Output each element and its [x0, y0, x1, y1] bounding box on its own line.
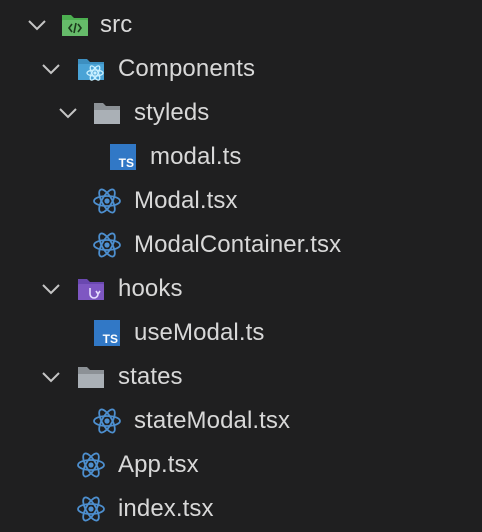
tree-item-modal-ts[interactable]: TS modal.ts [0, 135, 482, 179]
tree-item-label: hooks [118, 275, 183, 302]
tree-item-state-modal-tsx[interactable]: stateModal.tsx [0, 399, 482, 443]
file-explorer-tree: src Components styleds TS modal.ts Modal… [0, 0, 482, 532]
tree-item-label: Components [118, 55, 256, 82]
tree-item-use-modal-ts[interactable]: TS useModal.ts [0, 311, 482, 355]
folder-open-icon [92, 98, 122, 128]
chevron-down-icon[interactable] [40, 278, 62, 300]
typescript-icon: TS [108, 142, 138, 172]
folder-src-icon [60, 10, 90, 40]
chevron-down-icon[interactable] [57, 102, 79, 124]
ts-badge-text: TS [103, 332, 118, 346]
tree-item-modal-tsx[interactable]: Modal.tsx [0, 179, 482, 223]
tree-item-hooks[interactable]: hooks [0, 267, 482, 311]
folder-open-icon [76, 362, 106, 392]
tree-item-components[interactable]: Components [0, 47, 482, 91]
tree-item-states[interactable]: states [0, 355, 482, 399]
tree-item-label: ModalContainer.tsx [134, 231, 342, 258]
tree-item-label: index.tsx [118, 495, 214, 522]
react-icon [92, 230, 122, 260]
typescript-icon: TS [92, 318, 122, 348]
react-icon [92, 186, 122, 216]
ts-badge-text: TS [119, 156, 134, 170]
tree-item-label: stateModal.tsx [134, 407, 291, 434]
tree-item-index-tsx[interactable]: index.tsx [0, 487, 482, 531]
tree-item-label: states [118, 363, 183, 390]
tree-item-modal-container-tsx[interactable]: ModalContainer.tsx [0, 223, 482, 267]
tree-item-label: useModal.ts [134, 319, 265, 346]
tree-item-app-tsx[interactable]: App.tsx [0, 443, 482, 487]
chevron-down-icon[interactable] [26, 14, 48, 36]
tree-item-styleds[interactable]: styleds [0, 91, 482, 135]
folder-hooks-icon [76, 274, 106, 304]
chevron-down-icon[interactable] [40, 366, 62, 388]
react-icon [92, 406, 122, 436]
tree-item-label: App.tsx [118, 451, 199, 478]
tree-item-label: modal.ts [150, 143, 242, 170]
tree-item-src[interactable]: src [0, 3, 482, 47]
react-icon [76, 450, 106, 480]
tree-item-label: Modal.tsx [134, 187, 238, 214]
tree-item-label: styleds [134, 99, 210, 126]
folder-components-icon [76, 54, 106, 84]
chevron-down-icon[interactable] [40, 58, 62, 80]
tree-item-label: src [100, 11, 133, 38]
react-icon [76, 494, 106, 524]
